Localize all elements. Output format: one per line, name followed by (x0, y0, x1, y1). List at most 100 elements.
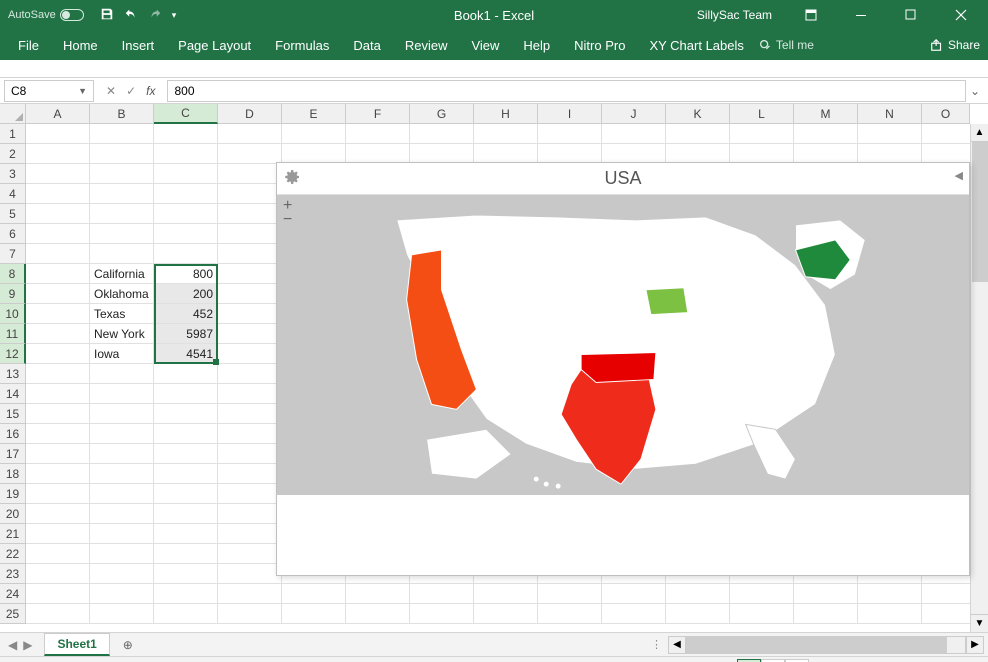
cell-D8[interactable] (218, 264, 282, 284)
row-header-14[interactable]: 14 (0, 384, 26, 404)
sheet-tab-sheet1[interactable]: Sheet1 (44, 633, 109, 656)
row-header-12[interactable]: 12 (0, 344, 26, 364)
name-box[interactable]: C8 ▼ (4, 80, 94, 102)
cell-D2[interactable] (218, 144, 282, 164)
view-page-layout-icon[interactable] (761, 659, 785, 662)
cell-E24[interactable] (282, 584, 346, 604)
cell-K25[interactable] (666, 604, 730, 624)
tab-nitro-pro[interactable]: Nitro Pro (564, 32, 635, 59)
cell-E25[interactable] (282, 604, 346, 624)
cell-C14[interactable] (154, 384, 218, 404)
cell-C15[interactable] (154, 404, 218, 424)
view-page-break-icon[interactable] (785, 659, 809, 662)
undo-icon[interactable] (124, 7, 138, 24)
tab-page-layout[interactable]: Page Layout (168, 32, 261, 59)
cell-B20[interactable] (90, 504, 154, 524)
cell-D20[interactable] (218, 504, 282, 524)
tab-data[interactable]: Data (343, 32, 390, 59)
cell-A11[interactable] (26, 324, 90, 344)
column-header-A[interactable]: A (26, 104, 90, 124)
cell-D14[interactable] (218, 384, 282, 404)
row-header-1[interactable]: 1 (0, 124, 26, 144)
column-header-L[interactable]: L (730, 104, 794, 124)
cell-N25[interactable] (858, 604, 922, 624)
cell-M25[interactable] (794, 604, 858, 624)
autosave-toggle[interactable]: AutoSave (8, 9, 84, 21)
row-header-5[interactable]: 5 (0, 204, 26, 224)
cell-D15[interactable] (218, 404, 282, 424)
cell-B1[interactable] (90, 124, 154, 144)
cell-C9[interactable]: 200 (154, 284, 218, 304)
cell-D7[interactable] (218, 244, 282, 264)
cell-A16[interactable] (26, 424, 90, 444)
cell-A4[interactable] (26, 184, 90, 204)
row-header-21[interactable]: 21 (0, 524, 26, 544)
column-header-D[interactable]: D (218, 104, 282, 124)
cell-A13[interactable] (26, 364, 90, 384)
cell-B24[interactable] (90, 584, 154, 604)
cell-C7[interactable] (154, 244, 218, 264)
cell-F1[interactable] (346, 124, 410, 144)
cell-A6[interactable] (26, 224, 90, 244)
row-header-17[interactable]: 17 (0, 444, 26, 464)
cell-B25[interactable] (90, 604, 154, 624)
cell-A21[interactable] (26, 524, 90, 544)
row-header-8[interactable]: 8 (0, 264, 26, 284)
cell-B2[interactable] (90, 144, 154, 164)
cell-B3[interactable] (90, 164, 154, 184)
cell-H2[interactable] (474, 144, 538, 164)
column-header-B[interactable]: B (90, 104, 154, 124)
row-header-24[interactable]: 24 (0, 584, 26, 604)
cell-C5[interactable] (154, 204, 218, 224)
cell-C3[interactable] (154, 164, 218, 184)
cell-I1[interactable] (538, 124, 602, 144)
cell-J2[interactable] (602, 144, 666, 164)
cell-C20[interactable] (154, 504, 218, 524)
cell-C17[interactable] (154, 444, 218, 464)
column-header-H[interactable]: H (474, 104, 538, 124)
cell-F24[interactable] (346, 584, 410, 604)
cell-D12[interactable] (218, 344, 282, 364)
cell-A23[interactable] (26, 564, 90, 584)
cell-D18[interactable] (218, 464, 282, 484)
cell-A24[interactable] (26, 584, 90, 604)
share-button[interactable]: Share (930, 38, 980, 52)
cell-D9[interactable] (218, 284, 282, 304)
cell-C6[interactable] (154, 224, 218, 244)
cell-C23[interactable] (154, 564, 218, 584)
row-header-13[interactable]: 13 (0, 364, 26, 384)
cell-N24[interactable] (858, 584, 922, 604)
cell-A17[interactable] (26, 444, 90, 464)
cell-G1[interactable] (410, 124, 474, 144)
cell-B4[interactable] (90, 184, 154, 204)
user-name[interactable]: SillySac Team (697, 8, 772, 22)
scroll-right-icon[interactable]: ▶ (966, 636, 984, 654)
cell-K1[interactable] (666, 124, 730, 144)
cell-D11[interactable] (218, 324, 282, 344)
cell-A12[interactable] (26, 344, 90, 364)
cell-B15[interactable] (90, 404, 154, 424)
save-icon[interactable] (100, 7, 114, 24)
cell-L2[interactable] (730, 144, 794, 164)
cell-G2[interactable] (410, 144, 474, 164)
column-header-M[interactable]: M (794, 104, 858, 124)
cell-D22[interactable] (218, 544, 282, 564)
cell-B11[interactable]: New York (90, 324, 154, 344)
cell-J25[interactable] (602, 604, 666, 624)
cell-A5[interactable] (26, 204, 90, 224)
cell-C19[interactable] (154, 484, 218, 504)
cell-G24[interactable] (410, 584, 474, 604)
tab-view[interactable]: View (461, 32, 509, 59)
cell-B13[interactable] (90, 364, 154, 384)
cell-E1[interactable] (282, 124, 346, 144)
fx-icon[interactable]: fx (146, 84, 155, 98)
cell-B6[interactable] (90, 224, 154, 244)
cell-L25[interactable] (730, 604, 794, 624)
cell-D23[interactable] (218, 564, 282, 584)
cell-D16[interactable] (218, 424, 282, 444)
tab-file[interactable]: File (8, 32, 49, 59)
sheet-prev-icon[interactable]: ◀ (8, 638, 17, 652)
cell-M2[interactable] (794, 144, 858, 164)
column-header-N[interactable]: N (858, 104, 922, 124)
maximize-button[interactable] (888, 0, 934, 30)
